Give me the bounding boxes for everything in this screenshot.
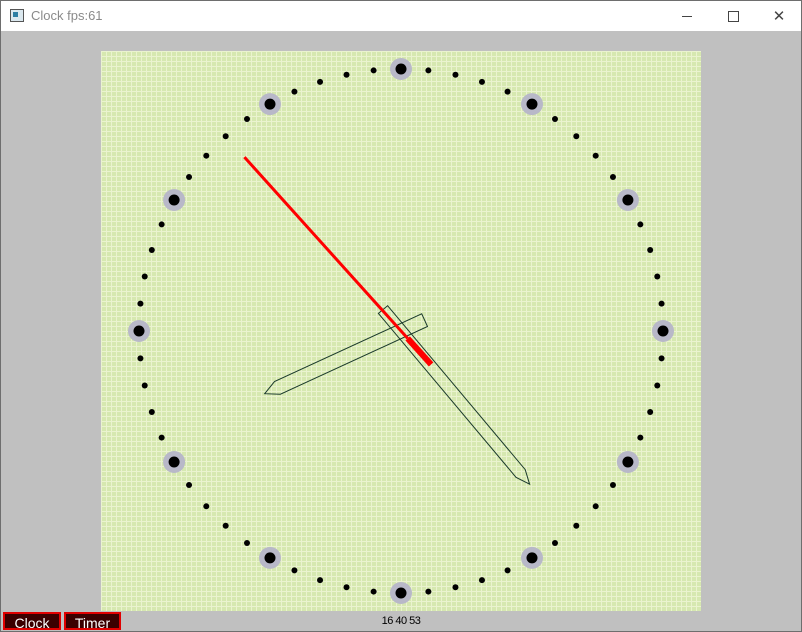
minute-marker bbox=[141, 273, 148, 280]
minute-marker bbox=[158, 221, 165, 228]
minute-marker bbox=[370, 67, 377, 74]
minute-marker bbox=[425, 67, 432, 74]
title-bar[interactable]: Clock fps:61 ✕ bbox=[1, 1, 801, 31]
app-window-icon bbox=[10, 9, 24, 22]
minute-marker bbox=[425, 588, 432, 595]
minute-marker bbox=[658, 300, 665, 307]
minimize-icon bbox=[682, 15, 692, 17]
minute-marker bbox=[452, 71, 459, 78]
maximize-icon bbox=[727, 10, 739, 22]
minute-marker bbox=[478, 78, 485, 85]
minute-marker bbox=[573, 133, 580, 140]
minute-marker bbox=[141, 382, 148, 389]
hour-marker bbox=[526, 98, 538, 110]
minute-marker bbox=[137, 300, 144, 307]
minute-marker bbox=[222, 133, 229, 140]
minute-hand bbox=[263, 313, 429, 395]
minute-marker bbox=[654, 382, 661, 389]
hour-marker bbox=[657, 325, 669, 337]
window-title: Clock fps:61 bbox=[31, 8, 103, 23]
minute-marker bbox=[637, 221, 644, 228]
analog-clock bbox=[128, 58, 674, 604]
minute-marker bbox=[203, 503, 210, 510]
timer-tab-button[interactable]: Timer bbox=[64, 612, 121, 631]
minute-marker bbox=[244, 116, 251, 123]
minute-marker bbox=[592, 503, 599, 510]
minute-marker bbox=[317, 577, 324, 584]
minute-marker bbox=[148, 247, 155, 254]
hour-marker bbox=[526, 552, 538, 564]
second-hand-tail bbox=[405, 336, 434, 367]
minute-marker bbox=[647, 408, 654, 415]
hour-marker bbox=[264, 98, 276, 110]
minute-marker bbox=[478, 577, 485, 584]
clock-tab-button[interactable]: Clock bbox=[3, 612, 61, 631]
minute-marker bbox=[637, 434, 644, 441]
hour-marker bbox=[622, 456, 634, 468]
hour-marker bbox=[168, 456, 180, 468]
minute-marker bbox=[551, 116, 558, 123]
minute-marker bbox=[573, 522, 580, 529]
minute-marker bbox=[343, 584, 350, 591]
minute-marker bbox=[654, 273, 661, 280]
minute-marker bbox=[658, 355, 665, 362]
minute-marker bbox=[609, 481, 616, 488]
minute-marker bbox=[592, 152, 599, 159]
minute-marker bbox=[370, 588, 377, 595]
hour-marker bbox=[168, 194, 180, 206]
second-hand bbox=[243, 156, 409, 340]
minute-marker bbox=[343, 71, 350, 78]
minute-marker bbox=[551, 539, 558, 546]
minute-marker bbox=[291, 88, 298, 95]
minute-marker bbox=[158, 434, 165, 441]
close-icon: ✕ bbox=[772, 8, 786, 25]
client-area: Clock Timer 16 40 53 bbox=[1, 31, 801, 631]
minute-marker bbox=[647, 247, 654, 254]
hour-marker bbox=[395, 63, 407, 75]
minute-marker bbox=[186, 481, 193, 488]
time-readout: 16 40 53 bbox=[381, 615, 421, 627]
minute-marker bbox=[504, 567, 511, 574]
hour-marker bbox=[395, 587, 407, 599]
minute-marker bbox=[203, 152, 210, 159]
minute-marker bbox=[291, 567, 298, 574]
minute-marker bbox=[222, 522, 229, 529]
minute-marker bbox=[137, 355, 144, 362]
minimize-button[interactable] bbox=[664, 1, 710, 31]
minute-marker bbox=[186, 174, 193, 181]
hour-marker bbox=[622, 194, 634, 206]
minute-marker bbox=[609, 174, 616, 181]
hour-marker bbox=[133, 325, 145, 337]
minute-marker bbox=[148, 408, 155, 415]
maximize-button[interactable] bbox=[710, 1, 756, 31]
minute-marker bbox=[317, 78, 324, 85]
close-button[interactable]: ✕ bbox=[756, 1, 802, 31]
hour-marker bbox=[264, 552, 276, 564]
minute-marker bbox=[452, 584, 459, 591]
app-window: Clock fps:61 ✕ Clock Timer 16 40 53 bbox=[0, 0, 802, 632]
minute-marker bbox=[504, 88, 511, 95]
minute-marker bbox=[244, 539, 251, 546]
